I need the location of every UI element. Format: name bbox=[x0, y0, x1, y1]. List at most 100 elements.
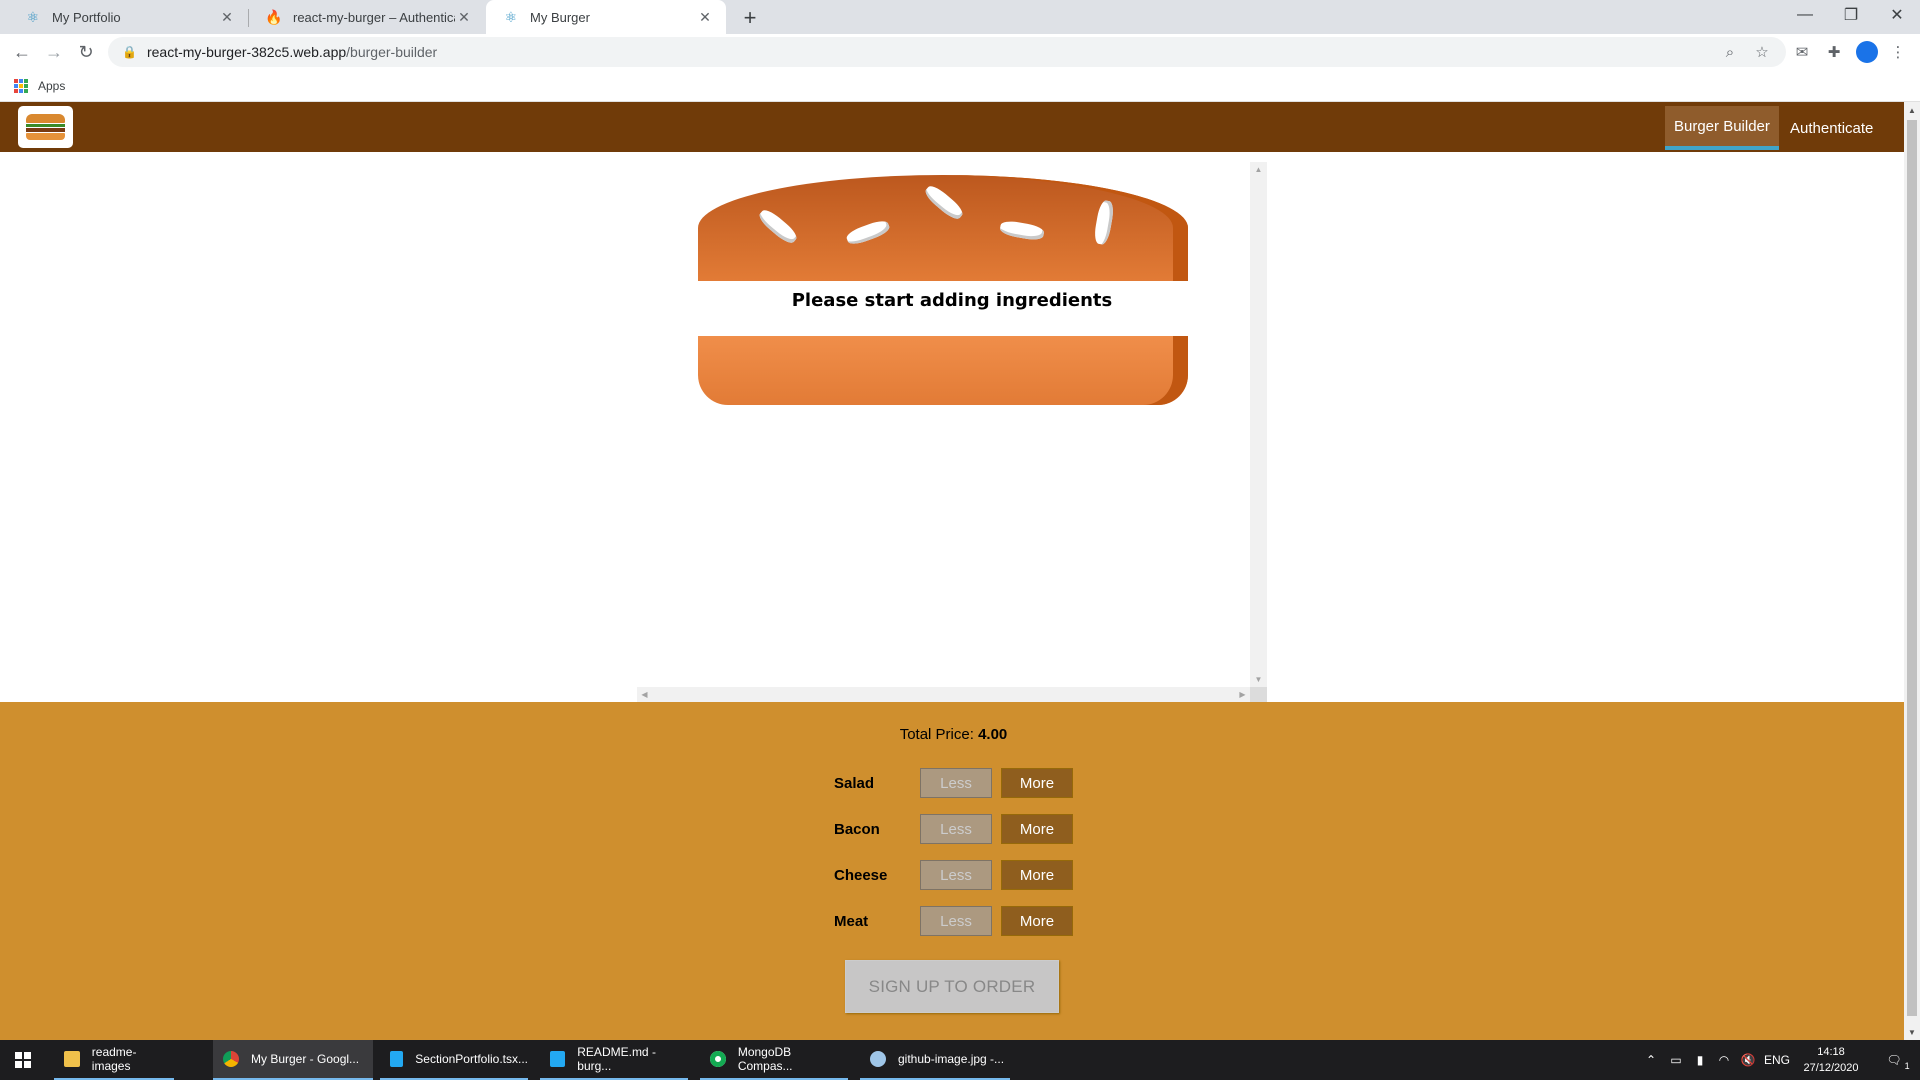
windows-taskbar: readme-images My Burger - Googl... Secti… bbox=[0, 1040, 1920, 1080]
ingredient-label: Bacon bbox=[834, 820, 880, 838]
taskbar-item-label: github-image.jpg -... bbox=[898, 1052, 1005, 1066]
scroll-up-arrow-icon[interactable]: ▲ bbox=[1251, 162, 1266, 177]
ingredient-label: Meat bbox=[834, 912, 869, 930]
vscode-icon bbox=[390, 1051, 404, 1067]
taskbar-item-label: readme-images bbox=[91, 1045, 137, 1073]
seed bbox=[844, 217, 892, 248]
close-icon[interactable]: ✕ bbox=[696, 8, 714, 26]
folder-icon bbox=[64, 1051, 80, 1067]
nav-authenticate[interactable]: Authenticate bbox=[1781, 106, 1882, 150]
less-salad-button[interactable]: Less bbox=[920, 768, 992, 798]
build-controls: Total Price: 4.00 Salad Less More Bacon … bbox=[0, 702, 1904, 1040]
control-row-salad: Salad Less More bbox=[826, 768, 1073, 798]
lock-icon[interactable]: 🔒 bbox=[122, 45, 137, 59]
reload-icon[interactable]: ↻ bbox=[72, 38, 100, 66]
taskbar-item-label: My Burger - Googl... bbox=[251, 1052, 360, 1066]
browser-tab-strip: ⚛ My Portfolio ✕ 🔥 react-my-burger – Aut… bbox=[0, 0, 1920, 34]
page-vertical-scrollbar[interactable]: ▲ ▼ bbox=[1904, 102, 1920, 1040]
forward-arrow-icon[interactable]: → bbox=[40, 38, 68, 66]
close-icon[interactable]: ✕ bbox=[218, 8, 236, 26]
ingredient-label: Salad bbox=[834, 774, 875, 792]
kebab-menu-icon[interactable]: ⋮ bbox=[1886, 40, 1910, 64]
close-icon[interactable]: ✕ bbox=[455, 8, 473, 26]
burger-horizontal-scrollbar[interactable]: ◀ ▶ bbox=[637, 687, 1250, 702]
chevron-up-icon[interactable]: ⌃ bbox=[1642, 1040, 1660, 1080]
taskbar-item-paint[interactable]: github-image.jpg -... bbox=[860, 1040, 1010, 1080]
taskbar-item-vscode-portfolio[interactable]: SectionPortfolio.tsx... bbox=[380, 1040, 528, 1080]
burger-vertical-scrollbar[interactable]: ▲ ▼ bbox=[1250, 162, 1267, 687]
close-window-button[interactable]: ✕ bbox=[1874, 0, 1920, 30]
mail-icon[interactable]: ✉ bbox=[1790, 40, 1814, 64]
extensions-puzzle-icon[interactable]: ✚ bbox=[1822, 40, 1846, 64]
bread-bottom bbox=[698, 336, 1188, 405]
minimize-button[interactable]: — bbox=[1782, 0, 1828, 30]
nav-burger-builder[interactable]: Burger Builder bbox=[1665, 106, 1779, 150]
control-row-cheese: Cheese Less More bbox=[826, 860, 1073, 890]
profile-avatar[interactable] bbox=[1856, 41, 1878, 63]
control-row-meat: Meat Less More bbox=[826, 906, 1073, 936]
burger-preview: Please start adding ingredients ▲ ▼ ◀ ▶ bbox=[637, 162, 1267, 702]
battery-icon[interactable]: ▮ bbox=[1690, 1040, 1710, 1080]
total-price-value: 4.00 bbox=[978, 726, 1008, 743]
tab-title: react-my-burger – Authentication bbox=[293, 9, 455, 25]
react-icon: ⚛ bbox=[504, 8, 518, 25]
address-bar[interactable]: 🔒 react-my-burger-382c5.web.app/burger-b… bbox=[108, 37, 1786, 67]
taskbar-item-label: SectionPortfolio.tsx... bbox=[415, 1052, 528, 1066]
scroll-down-arrow-icon[interactable]: ▼ bbox=[1251, 672, 1266, 687]
taskbar-item-vscode-readme[interactable]: README.md - burg... bbox=[540, 1040, 688, 1080]
scroll-left-arrow-icon[interactable]: ◀ bbox=[637, 687, 652, 702]
new-tab-button[interactable]: + bbox=[736, 4, 764, 32]
firebase-icon: 🔥 bbox=[265, 8, 283, 25]
total-price-label: Total Price: bbox=[899, 726, 974, 743]
taskbar-item-mongodb[interactable]: MongoDB Compas... bbox=[700, 1040, 848, 1080]
total-price: Total Price: 4.00 bbox=[0, 726, 1904, 743]
volume-muted-icon[interactable]: 🔇 bbox=[1738, 1040, 1758, 1080]
paint-icon bbox=[870, 1051, 886, 1067]
windows-start-icon[interactable] bbox=[0, 1040, 46, 1080]
tab-my-burger[interactable]: ⚛ My Burger ✕ bbox=[486, 0, 726, 34]
taskbar-item-chrome[interactable]: My Burger - Googl... bbox=[213, 1040, 373, 1080]
scroll-down-arrow-icon[interactable]: ▼ bbox=[1904, 1024, 1920, 1040]
back-arrow-icon[interactable]: ← bbox=[8, 38, 36, 66]
bread-top bbox=[698, 175, 1188, 281]
seed bbox=[922, 182, 966, 223]
meet-now-icon[interactable]: ▭ bbox=[1666, 1040, 1686, 1080]
clock-time: 14:18 bbox=[1817, 1046, 1845, 1058]
seed bbox=[999, 219, 1045, 242]
clock[interactable]: 14:18 27/12/2020 bbox=[1796, 1044, 1866, 1076]
more-salad-button[interactable]: More bbox=[1001, 768, 1073, 798]
restore-button[interactable]: ❐ bbox=[1828, 0, 1874, 30]
less-cheese-button[interactable]: Less bbox=[920, 860, 992, 890]
zoom-icon[interactable]: ⌕ bbox=[1718, 37, 1742, 67]
scroll-right-arrow-icon[interactable]: ▶ bbox=[1235, 687, 1250, 702]
ingredient-label: Cheese bbox=[834, 866, 888, 884]
less-bacon-button[interactable]: Less bbox=[920, 814, 992, 844]
more-bacon-button[interactable]: More bbox=[1001, 814, 1073, 844]
app-toolbar: Burger Builder Authenticate bbox=[0, 102, 1904, 152]
vscode-icon bbox=[550, 1051, 566, 1067]
mongodb-icon bbox=[710, 1051, 726, 1067]
url-host: react-my-burger-382c5.web.app bbox=[146, 44, 347, 60]
taskbar-item-readme-images[interactable]: readme-images bbox=[54, 1040, 174, 1080]
notification-count: 1 bbox=[1904, 1061, 1910, 1071]
tab-my-portfolio[interactable]: ⚛ My Portfolio ✕ bbox=[8, 0, 248, 34]
notifications-icon[interactable]: 🗨 1 bbox=[1876, 1040, 1912, 1080]
bookmark-apps[interactable]: Apps bbox=[38, 79, 65, 93]
more-cheese-button[interactable]: More bbox=[1001, 860, 1073, 890]
language-indicator[interactable]: ENG bbox=[1762, 1040, 1792, 1080]
taskbar-item-label: MongoDB Compas... bbox=[737, 1045, 793, 1073]
burger-logo-icon[interactable] bbox=[18, 106, 73, 148]
control-row-bacon: Bacon Less More bbox=[826, 814, 1073, 844]
star-icon[interactable]: ☆ bbox=[1750, 37, 1774, 67]
wifi-icon[interactable]: ◠ bbox=[1714, 1040, 1734, 1080]
less-meat-button[interactable]: Less bbox=[920, 906, 992, 936]
scroll-up-arrow-icon[interactable]: ▲ bbox=[1904, 102, 1920, 118]
scrollbar-thumb[interactable] bbox=[1907, 120, 1917, 1016]
sign-up-to-order-button[interactable]: SIGN UP TO ORDER bbox=[845, 960, 1059, 1013]
tab-firebase-auth[interactable]: 🔥 react-my-burger – Authentication ✕ bbox=[249, 0, 485, 34]
apps-grid-icon[interactable] bbox=[14, 78, 28, 93]
tab-title: My Burger bbox=[530, 9, 590, 25]
more-meat-button[interactable]: More bbox=[1001, 906, 1073, 936]
seed bbox=[1092, 199, 1116, 246]
tab-title: My Portfolio bbox=[52, 9, 121, 25]
